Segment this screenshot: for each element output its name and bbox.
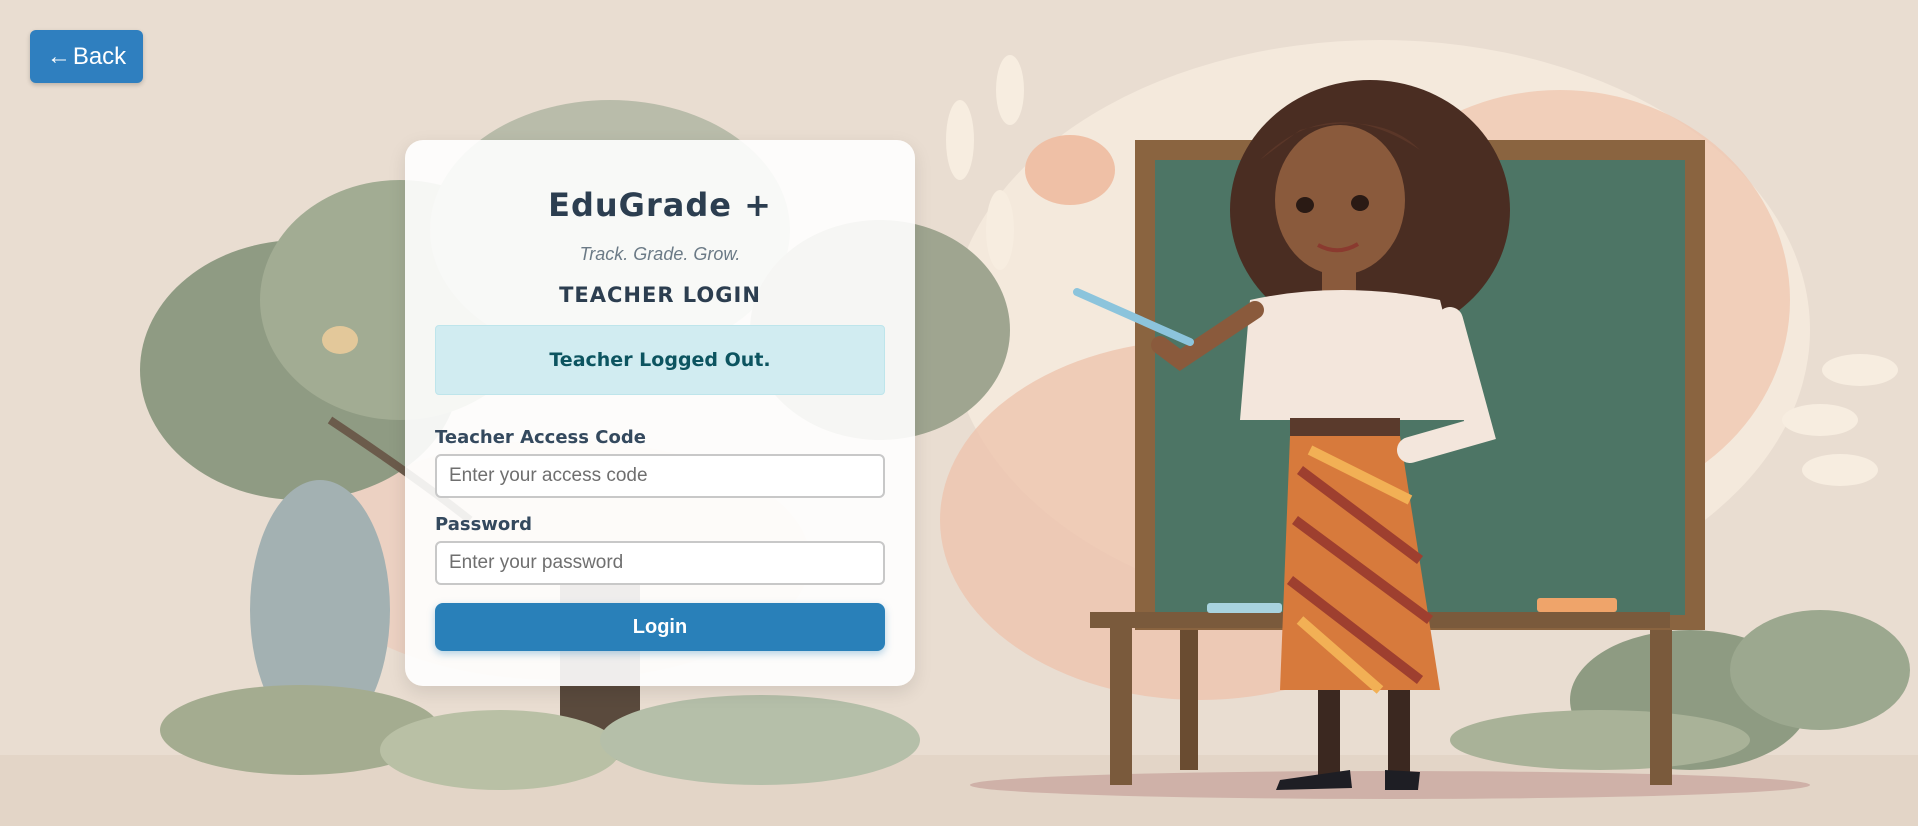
login-heading: TEACHER LOGIN (559, 283, 761, 307)
app-title: EduGrade + (548, 186, 772, 224)
left-arrow-icon: ← (46, 42, 71, 70)
background-illustration (0, 0, 1918, 826)
logout-alert: Teacher Logged Out. (435, 325, 885, 395)
access-code-input[interactable] (435, 454, 885, 498)
back-button-label: Back (72, 42, 127, 70)
app-tagline: Track. Grade. Grow. (579, 244, 741, 264)
password-label: Password (435, 514, 533, 535)
login-card: EduGrade + Track. Grade. Grow. TEACHER L… (405, 140, 915, 686)
login-button[interactable]: Login (435, 603, 885, 651)
access-code-label: Teacher Access Code (435, 427, 646, 448)
easel-leg (1110, 615, 1132, 785)
password-input[interactable] (435, 541, 885, 585)
back-button[interactable]: ← Back (30, 30, 143, 83)
